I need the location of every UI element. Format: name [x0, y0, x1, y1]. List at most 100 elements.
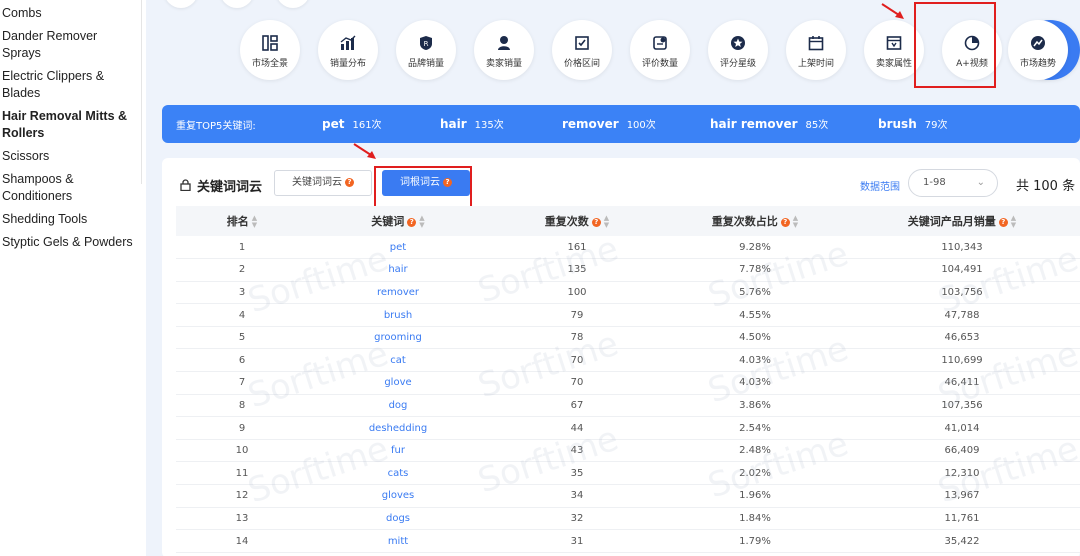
keyword-table: 排名 ▲ ▼ 关键词? ▲ ▼ 重复次数? ▲ ▼ 重复次数占比? ▲ ▼ 关键词产品月销量? ▲… — [176, 206, 1080, 553]
sort-icon[interactable]: ▲ ▼ — [793, 215, 798, 229]
cell-rank: 14 — [176, 529, 308, 553]
cell-repeat-ratio: 9.28% — [666, 236, 844, 260]
cell-repeat-ratio: 7.78% — [666, 258, 844, 282]
cell-keyword[interactable]: remover — [308, 281, 488, 305]
table-row: 9 deshedding 44 2.54% 41,014 — [176, 416, 1080, 440]
cell-keyword[interactable]: mitt — [308, 529, 488, 553]
sidebar-item-combs[interactable]: Combs — [0, 3, 141, 24]
cell-rank: 5 — [176, 326, 308, 350]
cell-keyword[interactable]: deshedding — [308, 416, 488, 440]
table-row: 1 pet 161 9.28% 110,343 — [176, 236, 1080, 260]
sidebar-item-electric-clippers[interactable]: Electric Clippers & Blades — [0, 66, 141, 104]
column-header-rank[interactable]: 排名 ▲ ▼ — [176, 206, 308, 236]
metric-label: 评价数量 — [641, 59, 678, 69]
cell-repeat-count: 70 — [488, 348, 666, 373]
metric-price-range[interactable]: 价格区间 — [552, 20, 612, 80]
table-header-row: 排名 ▲ ▼ 关键词? ▲ ▼ 重复次数? ▲ ▼ 重复次数占比? ▲ ▼ 关键词产品月销量? ▲… — [176, 206, 1080, 236]
price-tag-icon — [574, 35, 590, 51]
cell-rank: 3 — [176, 281, 308, 305]
cell-keyword[interactable]: cats — [308, 461, 488, 486]
column-header-repeat-ratio[interactable]: 重复次数占比? ▲ ▼ — [666, 206, 844, 236]
sidebar-item-styptic-gels[interactable]: Styptic Gels & Powders — [0, 232, 141, 253]
brand-badge-icon: R — [418, 35, 434, 51]
cell-keyword[interactable]: cat — [308, 348, 488, 373]
partial-round-button[interactable] — [276, 0, 310, 8]
metric-label: 市场全景 — [251, 59, 288, 69]
cell-keyword[interactable]: glove — [308, 371, 488, 395]
svg-text:R: R — [424, 40, 429, 48]
metric-label: 市场趋势 — [1019, 59, 1056, 69]
metric-market-trend[interactable]: 市场趋势 — [1008, 20, 1068, 80]
help-icon[interactable]: ? — [345, 177, 354, 187]
table-row: 12 gloves 34 1.96% 13,967 — [176, 484, 1080, 508]
cell-repeat-ratio: 2.48% — [666, 439, 844, 463]
keyword-button-highlight — [914, 2, 996, 88]
metric-listing-time[interactable]: 上架时间 — [786, 20, 846, 80]
chevron-down-icon: ⌄ — [976, 177, 985, 188]
cell-repeat-count: 70 — [488, 371, 666, 395]
sort-icon[interactable]: ▲ ▼ — [604, 215, 609, 229]
sidebar-item-scissors[interactable]: Scissors — [0, 146, 141, 167]
tab-keyword-cloud[interactable]: 关键词词云? — [274, 170, 372, 196]
review-icon — [652, 35, 668, 51]
cell-repeat-ratio: 4.03% — [666, 348, 844, 373]
calendar-icon — [808, 35, 824, 51]
banner-keyword: hair remover 85次 — [710, 117, 829, 131]
table-row: 10 fur 43 2.48% 66,409 — [176, 439, 1080, 463]
cell-repeat-count: 32 — [488, 507, 666, 531]
cell-rank: 7 — [176, 371, 308, 395]
metric-sales-distribution[interactable]: 销量分布 — [318, 20, 378, 80]
cell-keyword[interactable]: fur — [308, 439, 488, 463]
sort-icon[interactable]: ▲ ▼ — [1011, 215, 1016, 229]
column-header-monthly-sales[interactable]: 关键词产品月销量? ▲ ▼ — [844, 206, 1080, 236]
column-header-repeat-count[interactable]: 重复次数? ▲ ▼ — [488, 206, 666, 236]
star-icon — [730, 35, 746, 51]
total-count: 共 100 条 — [1016, 179, 1076, 194]
cell-keyword[interactable]: grooming — [308, 326, 488, 350]
cell-monthly-sales: 46,411 — [844, 371, 1080, 395]
sidebar-item-shampoos[interactable]: Shampoos & Conditioners — [0, 169, 141, 207]
column-header-keyword[interactable]: 关键词? ▲ ▼ — [308, 206, 488, 236]
sidebar-item-hair-removal-mitts[interactable]: Hair Removal Mitts & Rollers — [0, 106, 141, 144]
cell-rank: 13 — [176, 507, 308, 531]
metric-brand-sales[interactable]: R 品牌销量 — [396, 20, 456, 80]
cell-rank: 10 — [176, 439, 308, 463]
table-row: 11 cats 35 2.02% 12,310 — [176, 461, 1080, 486]
cell-monthly-sales: 110,699 — [844, 348, 1080, 373]
red-arrow-icon — [881, 3, 904, 19]
range-select[interactable]: 1-98 ⌄ — [908, 169, 998, 197]
cell-keyword[interactable]: pet — [308, 236, 488, 260]
metric-review-count[interactable]: 评价数量 — [630, 20, 690, 80]
help-icon[interactable]: ? — [998, 217, 1008, 227]
sort-icon[interactable]: ▲ ▼ — [419, 215, 424, 229]
metric-rating-stars[interactable]: 评分星级 — [708, 20, 768, 80]
metric-market-overview[interactable]: 市场全景 — [240, 20, 300, 80]
partial-round-button[interactable] — [220, 0, 254, 8]
cell-keyword[interactable]: brush — [308, 303, 488, 327]
cell-rank: 2 — [176, 258, 308, 282]
range-label: 数据范围 — [860, 182, 900, 193]
top5-keywords-banner: 重复TOP5关键词: pet 161次 hair 135次 remover 100次 … — [162, 105, 1080, 143]
cell-keyword[interactable]: gloves — [308, 484, 488, 508]
grid-icon — [262, 35, 278, 51]
cell-keyword[interactable]: hair — [308, 258, 488, 282]
cell-monthly-sales: 104,491 — [844, 258, 1080, 282]
sidebar-item-shedding-tools[interactable]: Shedding Tools — [0, 209, 141, 230]
cell-keyword[interactable]: dog — [308, 394, 488, 418]
help-icon[interactable]: ? — [591, 217, 601, 227]
banner-title: 重复TOP5关键词: — [176, 121, 256, 132]
cell-monthly-sales: 107,356 — [844, 394, 1080, 418]
cell-keyword[interactable]: dogs — [308, 507, 488, 531]
help-icon[interactable]: ? — [407, 217, 417, 227]
cell-monthly-sales: 110,343 — [844, 236, 1080, 260]
cell-repeat-ratio: 1.96% — [666, 484, 844, 508]
sidebar-item-dander-remover-sprays[interactable]: Dander Remover Sprays — [0, 26, 141, 64]
root-tab-highlight — [374, 166, 472, 208]
metric-label: 上架时间 — [797, 59, 834, 69]
partial-round-button[interactable] — [164, 0, 198, 8]
cell-repeat-ratio: 2.54% — [666, 416, 844, 440]
cell-monthly-sales: 41,014 — [844, 416, 1080, 440]
help-icon[interactable]: ? — [780, 217, 790, 227]
sort-icon[interactable]: ▲ ▼ — [252, 215, 257, 229]
metric-seller-sales[interactable]: 卖家销量 — [474, 20, 534, 80]
